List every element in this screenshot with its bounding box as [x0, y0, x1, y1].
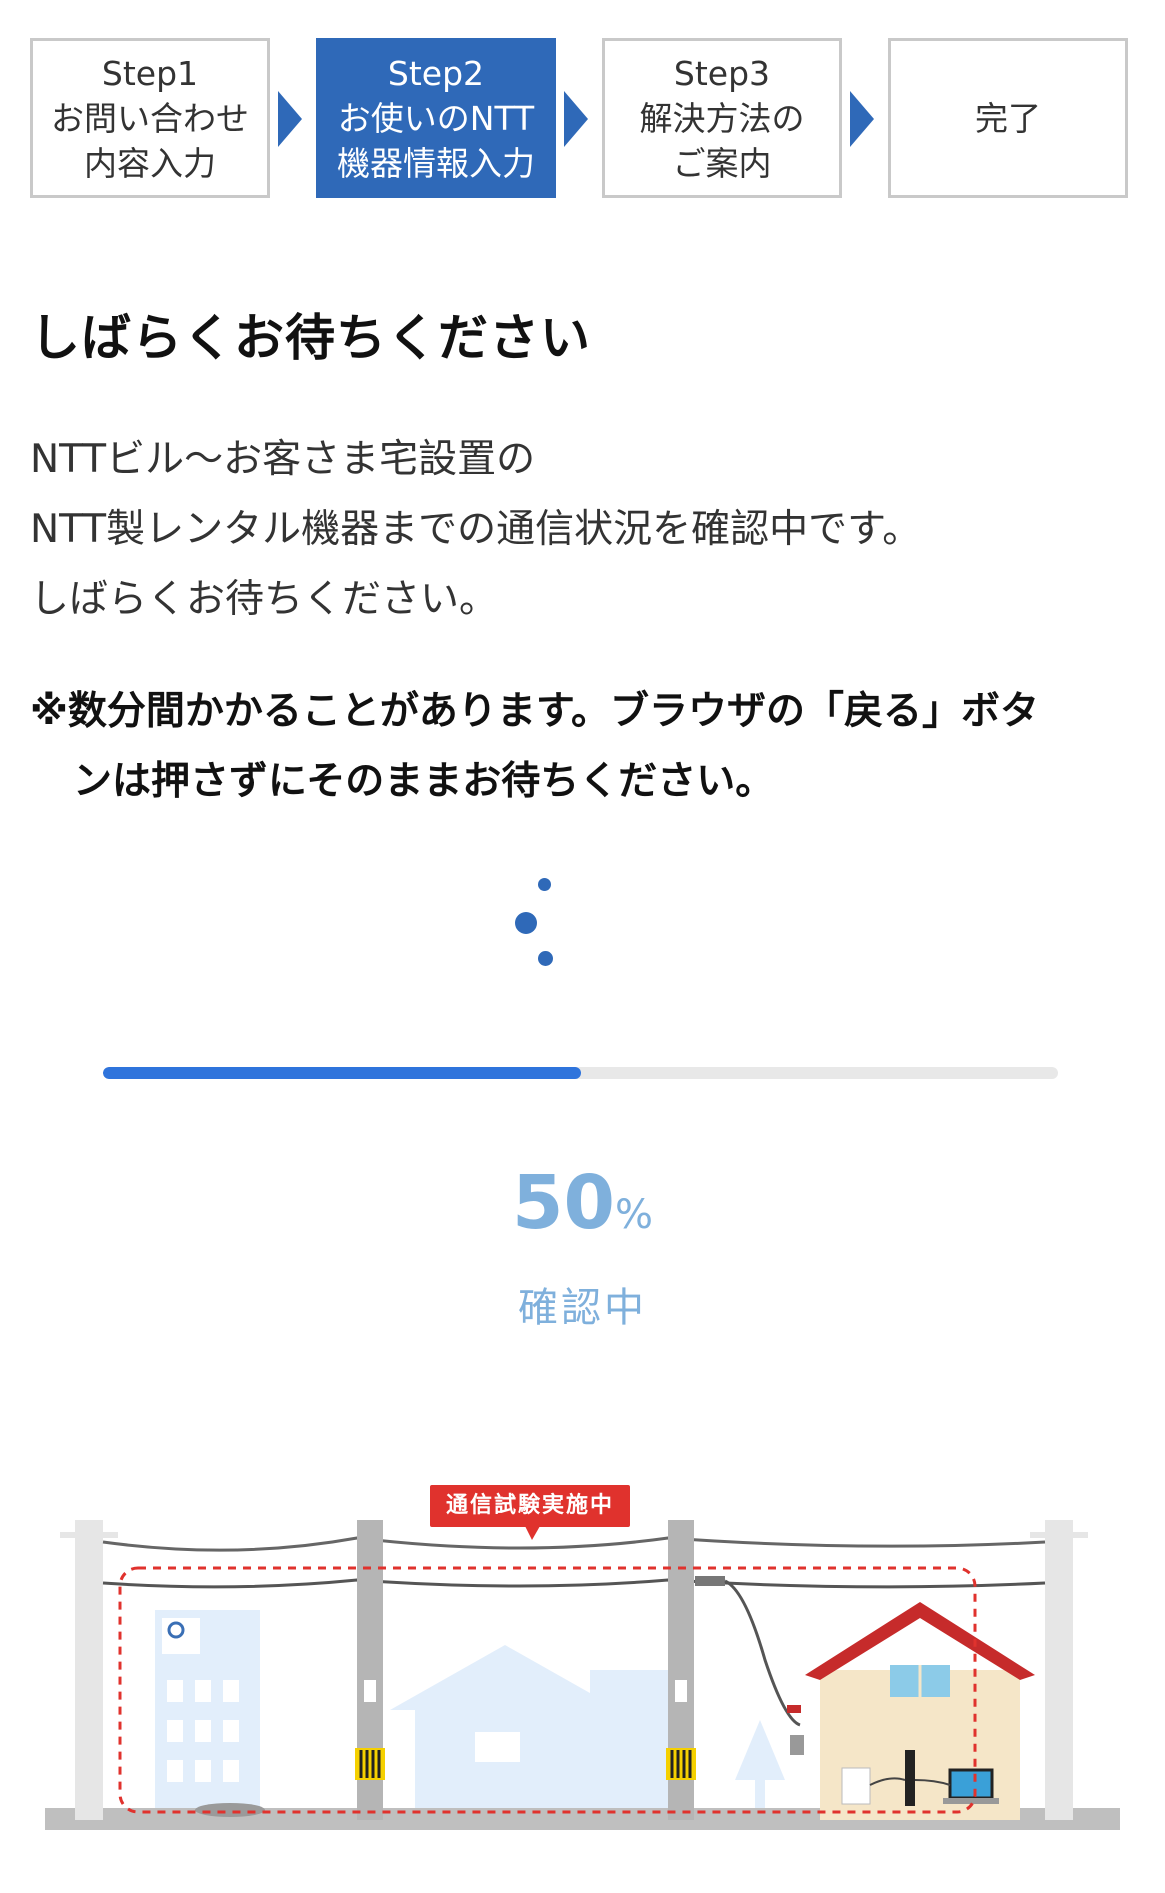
step-3-title: Step3	[673, 53, 771, 93]
progress-bar	[103, 1067, 1058, 1079]
step-1: Step1 お問い合わせ 内容入力	[30, 38, 270, 198]
testing-badge: 通信試験実施中	[430, 1485, 631, 1527]
step-complete: 完了	[888, 38, 1128, 198]
progress-status: 確認中	[518, 1285, 647, 1331]
step-3-label-line1: 解決方法の	[639, 98, 805, 138]
page-title: しばらくお待ちください	[30, 309, 591, 367]
step-2: Step2 お使いのNTT 機器情報入力	[316, 38, 556, 198]
wait-notice-line: ※数分間かかることがあります。ブラウザの「戻る」ボタ	[30, 689, 1040, 734]
step-1-label-line1: お問い合わせ	[51, 98, 249, 138]
step-2-label-line1: お使いのNTT	[337, 98, 535, 138]
step-arrow-icon	[850, 91, 874, 147]
step-arrow-icon	[278, 91, 302, 147]
step-2-label-line2: 機器情報入力	[337, 143, 535, 183]
step-arrow-icon	[564, 91, 588, 147]
step-3: Step3 解決方法の ご案内	[602, 38, 842, 198]
step-1-title: Step1	[101, 53, 199, 93]
network-illustration: 通信試験実施中	[45, 1480, 1120, 1860]
wait-notice: ※数分間かかることがあります。ブラウザの「戻る」ボタ ンは押さずにそのままお待ち…	[30, 677, 1135, 817]
step-3-label-line2: ご案内	[672, 143, 772, 183]
description: NTTビル〜お客さま宅設置の NTT製レンタル機器までの通信状況を確認中です。 …	[30, 425, 921, 635]
step-complete-label: 完了	[975, 98, 1041, 138]
progress-percent-unit: %	[614, 1192, 653, 1238]
wait-notice-line: ンは押さずにそのままお待ちください。	[73, 759, 775, 804]
progress-bar-fill	[103, 1067, 581, 1079]
progress-percent: 50%	[0, 1160, 1165, 1246]
step-1-label-line2: 内容入力	[84, 143, 216, 183]
step-2-title: Step2	[387, 53, 485, 93]
description-line: しばらくお待ちください。	[30, 577, 499, 622]
description-line: NTT製レンタル機器までの通信状況を確認中です。	[30, 507, 922, 552]
loading-spinner-icon	[510, 875, 560, 975]
network-scene-image	[45, 1520, 1120, 1830]
progress-percent-value: 50	[512, 1160, 615, 1246]
description-line: NTTビル〜お客さま宅設置の	[30, 437, 536, 482]
progress-stepper: Step1 お問い合わせ 内容入力 Step2 お使いのNTT 機器情報入力 S…	[30, 38, 1130, 198]
